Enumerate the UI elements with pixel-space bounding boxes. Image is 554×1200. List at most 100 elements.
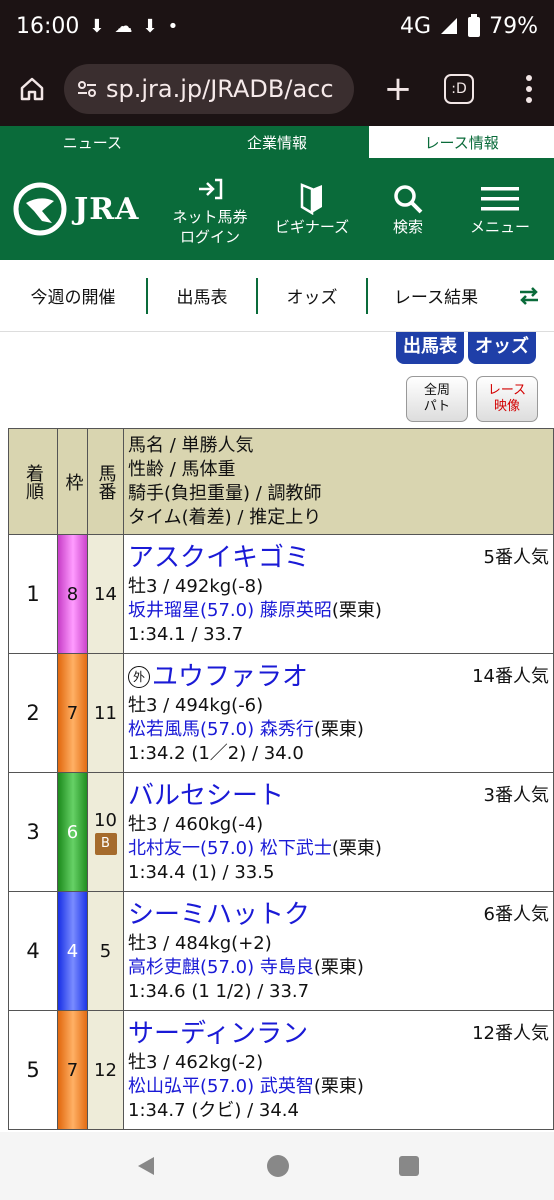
scroll-arrows-icon[interactable] xyxy=(504,278,554,314)
login-button[interactable]: ネット馬券 ログイン xyxy=(160,171,260,247)
jra-logo-text: JRA xyxy=(74,191,140,227)
menu-button[interactable]: メニュー xyxy=(452,181,548,237)
table-row: 3 6 10 B バルセシート 3番人気 牡3 / 460kg(-4) 北村友一(… xyxy=(8,772,554,892)
sex-weight: 牡3 / 462kg(-2) xyxy=(128,1052,264,1073)
table-row: 5 7 12 サーディンラン 12番人気 牡3 / 462kg(-2) 松山弘平(… xyxy=(8,1010,554,1130)
blinker-badge: B xyxy=(94,832,117,855)
topnav-race-info[interactable]: レース情報 xyxy=(369,126,554,158)
beginner-mark-icon xyxy=(300,183,322,215)
number-cell: 5 xyxy=(87,891,124,1011)
race-video-button[interactable]: レース 映像 xyxy=(476,376,538,422)
time-last3f: 1:34.7 (クビ) / 34.4 xyxy=(128,1100,299,1121)
home-button[interactable] xyxy=(10,67,54,111)
jockey-link[interactable]: 北村友一(57.0) xyxy=(128,838,254,859)
sex-weight: 牡3 / 484kg(+2) xyxy=(128,933,272,954)
login-label-2: ログイン xyxy=(179,228,240,246)
waku-cell: 7 xyxy=(57,653,88,773)
subnav-entries[interactable]: 出馬表 xyxy=(148,278,256,314)
time-last3f: 1:34.6 (1 1/2) / 33.7 xyxy=(128,981,310,1002)
info-cell: シーミハットク 6番人気 牡3 / 484kg(+2) 高杉吏麒(57.0) 寺島… xyxy=(123,891,554,1011)
sub-nav: 今週の開催 出馬表 オッズ レース結果 xyxy=(0,260,554,332)
results-table: 着順 枠 馬番 馬名 / 単勝人気 性齢 / 馬体重 騎手(負担重量) / 調教… xyxy=(8,428,554,1130)
horse-name-link[interactable]: サーディンラン xyxy=(128,1021,308,1047)
popularity: 3番人気 xyxy=(483,785,549,806)
trainer-region: (栗東) xyxy=(313,1076,364,1097)
address-bar[interactable]: sp.jra.jp/JRADB/acc xyxy=(64,64,354,114)
header-info-line3: 騎手(負担重量) / 調教師 xyxy=(128,482,322,504)
jockey-link[interactable]: 坂井瑠星(57.0) xyxy=(128,600,254,621)
rank-cell: 5 xyxy=(8,1010,58,1130)
trainer-link[interactable]: 藤原英昭 xyxy=(260,600,332,621)
horse-name-link[interactable]: バルセシート xyxy=(128,783,284,809)
subnav-results[interactable]: レース結果 xyxy=(368,278,504,314)
table-row: 2 7 11 外ユウファラオ 14番人気 牡3 / 494kg(-6) 松若風馬(… xyxy=(8,653,554,773)
back-icon[interactable] xyxy=(134,1154,158,1178)
dot-icon: • xyxy=(167,15,179,37)
subnav-this-week[interactable]: 今週の開催 xyxy=(0,278,146,314)
login-label-1: ネット馬券 xyxy=(172,208,248,226)
browser-toolbar: sp.jra.jp/JRADB/acc + :D xyxy=(0,52,554,126)
waku-cell: 7 xyxy=(57,1010,88,1130)
beginners-button[interactable]: ビギナーズ xyxy=(260,181,364,237)
status-bar: 16:00 ⬇ ☁ ⬇ • 4G 79% xyxy=(0,0,554,52)
horse-name-link[interactable]: ユウファラオ xyxy=(152,664,308,690)
header-rank: 着順 xyxy=(8,428,58,535)
jockey-link[interactable]: 高杉吏麒(57.0) xyxy=(128,957,254,978)
tab-switcher-button[interactable]: :D xyxy=(444,74,474,104)
battery-icon xyxy=(468,14,481,37)
patrol-video-button[interactable]: 全周 パト xyxy=(406,376,468,422)
time-last3f: 1:34.2 (1／2) / 34.0 xyxy=(128,743,304,764)
number-cell: 12 xyxy=(87,1010,124,1130)
weather-icon: ☁ xyxy=(114,15,133,37)
login-icon xyxy=(199,178,223,200)
popularity: 6番人気 xyxy=(483,904,549,925)
site-settings-icon[interactable] xyxy=(76,78,98,100)
race-video-label-1: レース xyxy=(487,383,527,398)
jra-logo[interactable]: JRA xyxy=(0,158,160,260)
rank-cell: 1 xyxy=(8,534,58,654)
subnav-odds[interactable]: オッズ xyxy=(258,278,366,314)
patrol-label-1: 全周 xyxy=(423,383,450,398)
jra-logo-mark xyxy=(13,182,67,236)
trainer-link[interactable]: 森秀行 xyxy=(260,719,314,740)
trainer-link[interactable]: 松下武士 xyxy=(260,838,332,859)
jockey-link[interactable]: 松若風馬(57.0) xyxy=(128,719,254,740)
horse-name-link[interactable]: シーミハットク xyxy=(128,902,310,928)
download-icon: ⬇ xyxy=(89,15,105,37)
clock: 16:00 xyxy=(16,13,80,39)
entries-button[interactable]: 出馬表 xyxy=(396,332,464,364)
foreign-trained-badge: 外 xyxy=(128,666,150,688)
more-options-button[interactable] xyxy=(514,75,544,103)
sex-weight: 牡3 / 492kg(-8) xyxy=(128,576,264,597)
sex-weight: 牡3 / 460kg(-4) xyxy=(128,814,264,835)
odds-button[interactable]: オッズ xyxy=(468,332,536,364)
race-video-label-2: 映像 xyxy=(493,399,520,414)
cut-off-buttons: 出馬表 オッズ xyxy=(396,332,536,366)
header-waku: 枠 xyxy=(57,428,88,535)
search-icon xyxy=(394,185,423,214)
beginners-label: ビギナーズ xyxy=(274,218,350,236)
search-button[interactable]: 検索 xyxy=(364,181,452,237)
recents-icon[interactable] xyxy=(398,1155,420,1177)
jockey-link[interactable]: 松山弘平(57.0) xyxy=(128,1076,254,1097)
trainer-link[interactable]: 寺島良 xyxy=(260,957,314,978)
header-info: 馬名 / 単勝人気 性齢 / 馬体重 騎手(負担重量) / 調教師 タイム(着差… xyxy=(123,428,554,535)
table-row: 1 8 14 アスクイキゴミ 5番人気 牡3 / 492kg(-8) 坂井瑠星(5… xyxy=(8,534,554,654)
home-nav-icon[interactable] xyxy=(265,1153,291,1179)
horse-name-link[interactable]: アスクイキゴミ xyxy=(128,545,310,571)
number-cell: 11 xyxy=(87,653,124,773)
new-tab-button[interactable]: + xyxy=(376,67,420,111)
trainer-region: (栗東) xyxy=(313,719,364,740)
header-info-line4: タイム(着差) / 推定上り xyxy=(128,506,322,528)
table-row: 4 4 5 シーミハットク 6番人気 牡3 / 484kg(+2) 高杉吏麒(57… xyxy=(8,891,554,1011)
search-label: 検索 xyxy=(392,218,423,236)
time-last3f: 1:34.1 / 33.7 xyxy=(128,624,244,645)
topnav-corporate[interactable]: 企業情報 xyxy=(185,126,370,158)
trainer-region: (栗東) xyxy=(331,838,382,859)
topnav-news[interactable]: ニュース xyxy=(0,126,185,158)
waku-cell: 6 xyxy=(57,772,88,892)
header-number: 馬番 xyxy=(87,428,124,535)
trainer-link[interactable]: 武英智 xyxy=(260,1076,314,1097)
horse-number: 10 xyxy=(94,809,117,831)
info-cell: サーディンラン 12番人気 牡3 / 462kg(-2) 松山弘平(57.0) 武… xyxy=(123,1010,554,1130)
